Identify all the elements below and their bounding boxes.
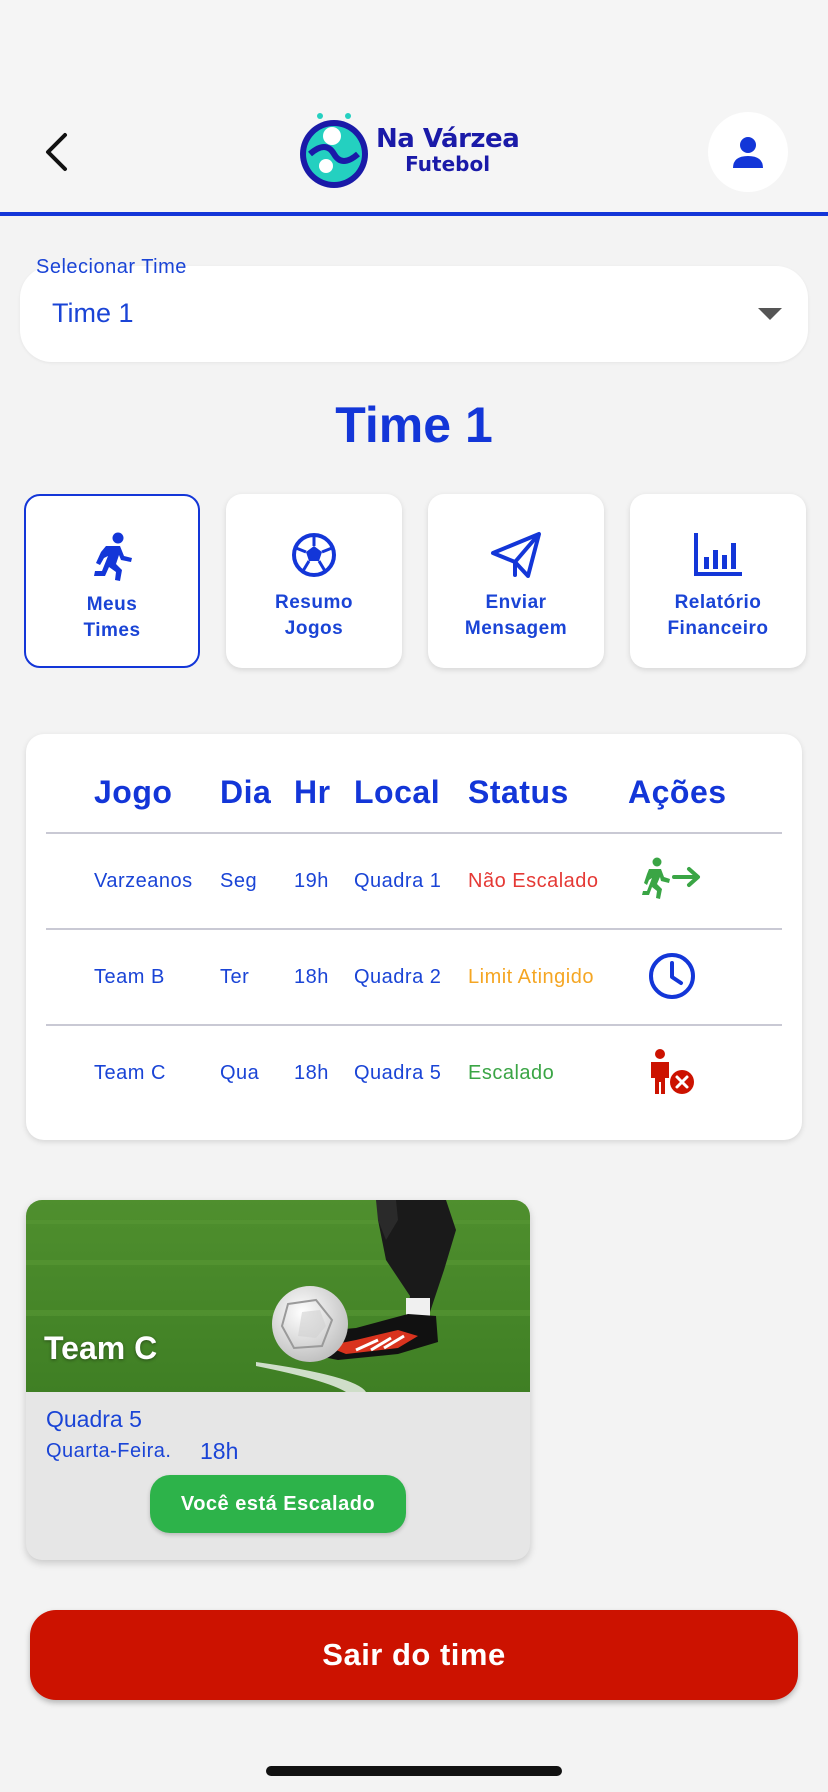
send-icon xyxy=(491,532,541,578)
team-select-value: Time 1 xyxy=(52,298,134,328)
home-indicator xyxy=(266,1766,562,1776)
cell-jogo: Team C xyxy=(94,1062,166,1084)
logo-text: Na Várzea Futebol xyxy=(376,124,520,176)
column-header-jogo: Jogo xyxy=(94,774,173,810)
column-header-dia: Dia xyxy=(220,774,272,810)
cell-dia: Qua xyxy=(220,1062,260,1084)
cell-hr: 19h xyxy=(294,870,329,892)
lineup-status-button[interactable]: Você está Escalado xyxy=(150,1475,406,1533)
game-court: Quadra 5 xyxy=(46,1406,142,1432)
bar-chart-icon xyxy=(694,533,742,576)
cell-dia: Ter xyxy=(220,966,250,988)
game-photo: Team C xyxy=(26,1200,530,1392)
game-team-name: Team C xyxy=(44,1330,158,1366)
join-team-button[interactable] xyxy=(640,852,704,908)
cell-dia: Seg xyxy=(220,870,258,892)
logo-title: Na Várzea xyxy=(376,124,520,154)
game-time: 18h xyxy=(200,1438,239,1464)
app-header: Na Várzea Futebol xyxy=(0,0,828,216)
action-label: Relatório Financeiro xyxy=(667,592,769,639)
cell-status: Limit Atingido xyxy=(468,966,594,988)
app-logo: Na Várzea Futebol xyxy=(296,110,526,190)
user-icon xyxy=(733,137,763,168)
cell-local: Quadra 1 xyxy=(354,870,442,892)
column-header-status: Status xyxy=(468,774,569,810)
action-games-summary[interactable]: Resumo Jogos xyxy=(226,494,402,668)
join-team-icon xyxy=(642,857,700,899)
game-day: Quarta-Feira. xyxy=(46,1440,172,1462)
chevron-left-icon xyxy=(46,133,67,171)
cell-hr: 18h xyxy=(294,966,329,988)
games-table: Jogo Dia Hr Local Status Ações Varzeanos… xyxy=(26,734,802,1140)
leave-team-button[interactable]: Sair do time xyxy=(30,1610,798,1700)
game-card[interactable]: Team C Quadra 5 Quarta-Feira. 18h Você e… xyxy=(26,1200,530,1560)
action-label: Resumo Jogos xyxy=(275,592,353,639)
screen: Na Várzea Futebol Time 1 Selecionar Time… xyxy=(0,0,828,1792)
caret-down-icon xyxy=(758,308,782,320)
column-header-local: Local xyxy=(354,774,441,810)
team-select[interactable]: Time 1 xyxy=(20,266,808,362)
back-button[interactable] xyxy=(36,124,76,180)
column-header-hr: Hr xyxy=(294,774,331,810)
cell-jogo: Varzeanos xyxy=(94,870,193,892)
action-send-message[interactable]: Enviar Mensagem xyxy=(428,494,604,668)
running-person-icon xyxy=(94,532,132,581)
cell-status: Não Escalado xyxy=(468,870,599,892)
page-title: Time 1 xyxy=(335,397,493,453)
remove-player-icon xyxy=(651,1049,694,1094)
remove-from-lineup-button[interactable] xyxy=(640,1044,704,1100)
profile-button[interactable] xyxy=(708,112,788,192)
action-my-teams[interactable]: Meus Times xyxy=(24,494,200,668)
cell-status: Escalado xyxy=(468,1062,555,1084)
column-header-acoes: Ações xyxy=(628,774,727,810)
clock-icon xyxy=(649,953,695,999)
action-label: Enviar Mensagem xyxy=(464,592,568,639)
waiting-button[interactable] xyxy=(640,948,704,1004)
divider xyxy=(46,928,782,930)
team-select-label: Selecionar Time xyxy=(36,256,187,278)
soccer-ball-icon xyxy=(292,533,336,577)
cell-local: Quadra 5 xyxy=(354,1062,442,1084)
logo-ball-icon xyxy=(300,113,368,188)
action-financial-report[interactable]: Relatório Financeiro xyxy=(630,494,806,668)
divider xyxy=(46,832,782,834)
cell-hr: 18h xyxy=(294,1062,329,1084)
divider xyxy=(46,1024,782,1026)
action-label: Meus Times xyxy=(83,594,141,641)
cell-jogo: Team B xyxy=(94,966,165,988)
cell-local: Quadra 2 xyxy=(354,966,442,988)
logo-subtitle: Futebol xyxy=(405,152,491,176)
